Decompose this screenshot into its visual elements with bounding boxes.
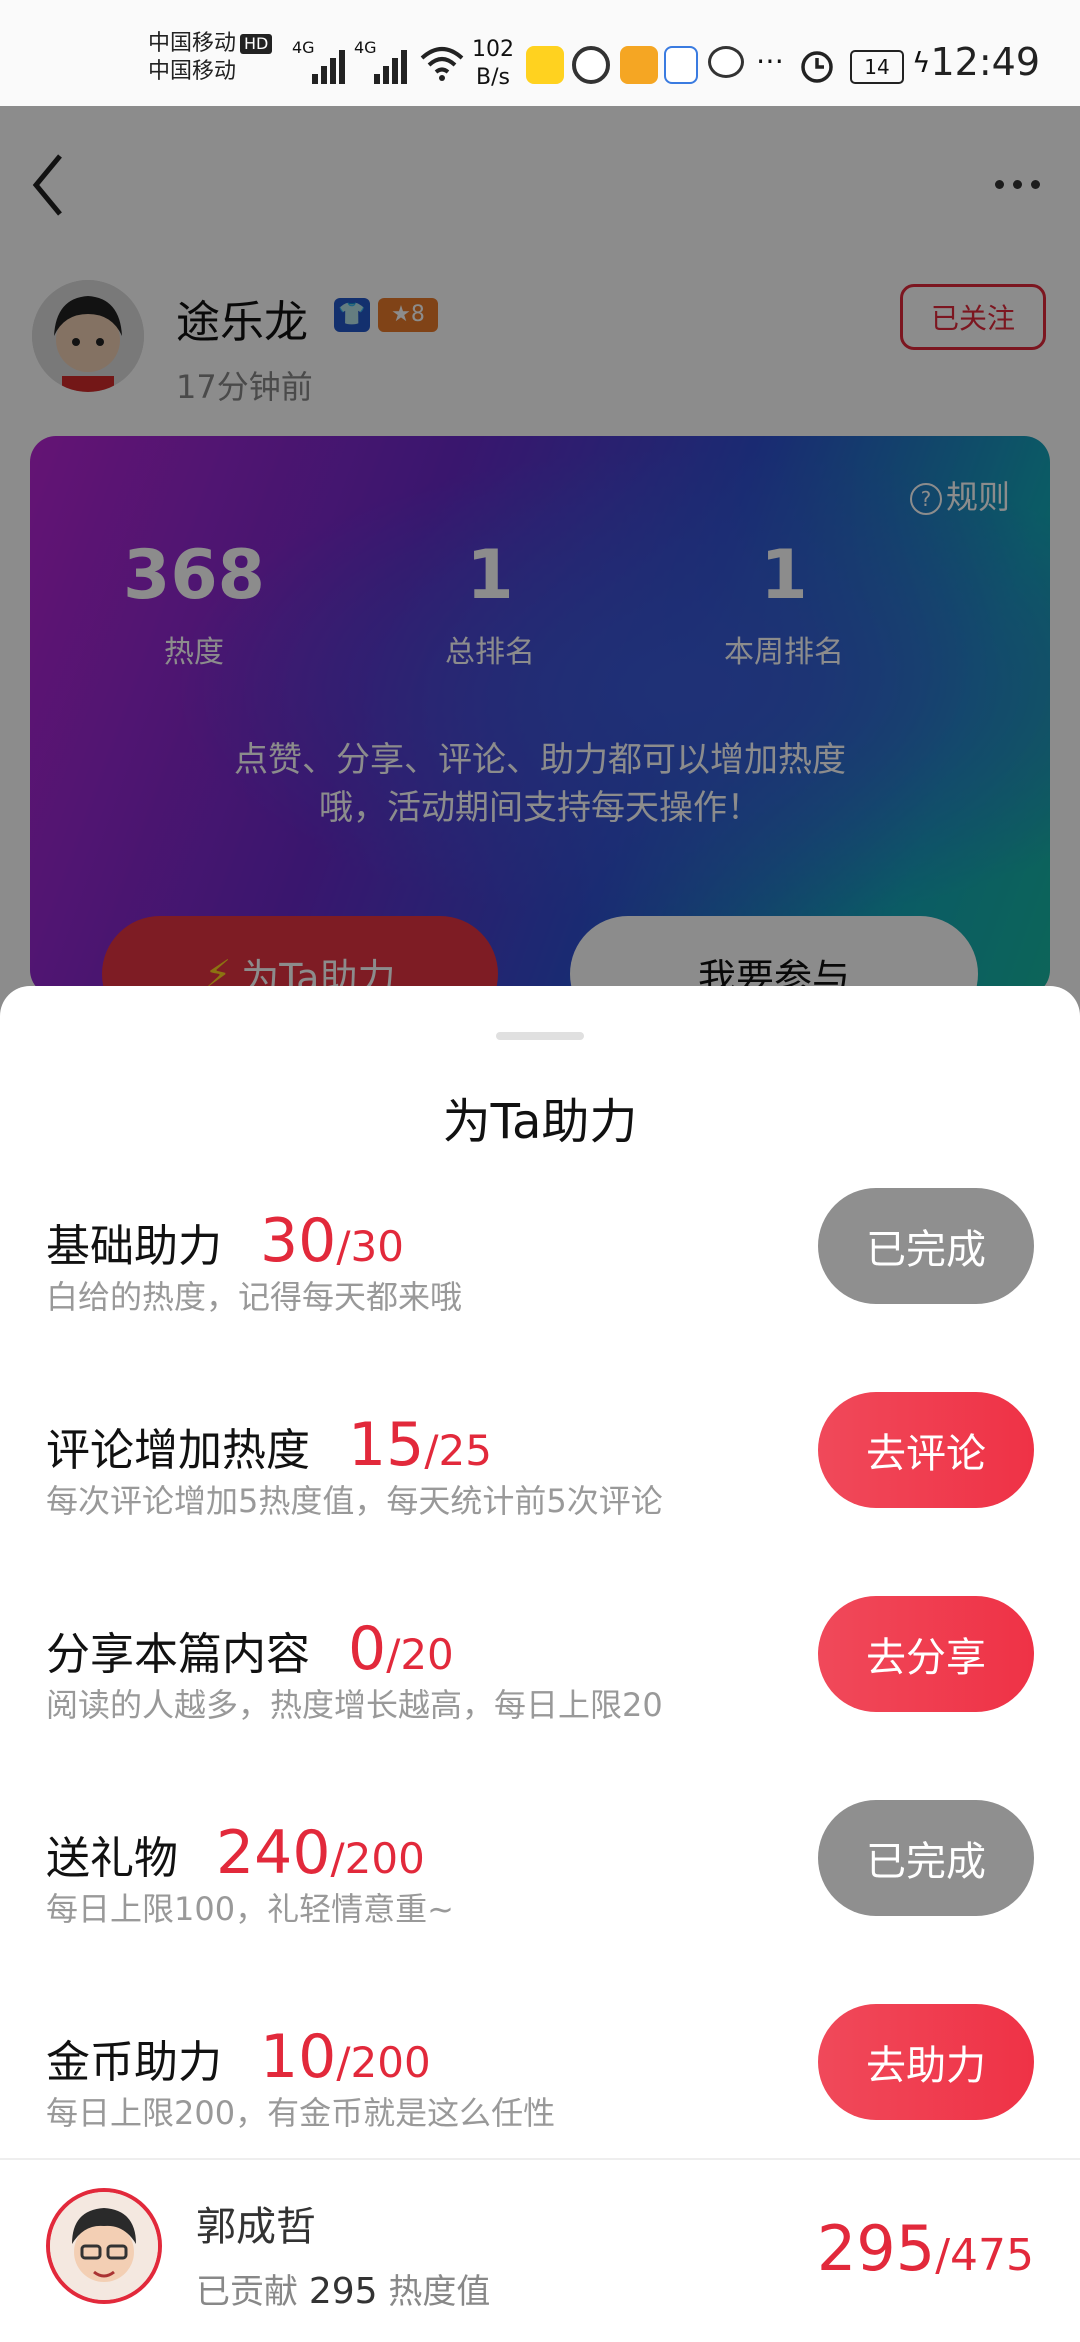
task-item-gift: 送礼物 240/200 每日上限100，礼轻情意重~ 已完成: [0, 1790, 1080, 1990]
wifi-icon: [420, 47, 464, 81]
contribution-text: 已贡献 295 热度值: [196, 2271, 491, 2312]
user-avatar[interactable]: [46, 2188, 162, 2304]
sheet-handle[interactable]: [496, 1032, 584, 1040]
share-button[interactable]: 去分享: [818, 1596, 1034, 1712]
sheet-title: 为Ta助力: [442, 1094, 638, 1150]
status-bar: 中国移动 HD 中国移动 4G 4G 102 B/s ⋯ 14 ϟ 12:49: [0, 0, 1080, 106]
comment-button[interactable]: 去评论: [818, 1392, 1034, 1508]
task-name: 送礼物: [46, 1833, 178, 1884]
carrier-1: 中国移动: [148, 31, 237, 56]
alarm-icon: [801, 51, 833, 83]
user-name: 郭成哲: [196, 2204, 316, 2250]
task-description: 每次评论增加5热度值，每天统计前5次评论: [46, 1482, 663, 1520]
app-notification-icon: [572, 46, 610, 84]
task-progress: 240/200: [216, 1818, 425, 1888]
task-item-basic: 基础助力 30/30 白给的热度，记得每天都来哦 已完成: [0, 1178, 1080, 1378]
clock: 12:49: [930, 40, 1040, 84]
contribution-footer: 郭成哲 已贡献 295 热度值 295/475: [0, 2158, 1080, 2342]
task-item-comment: 评论增加热度 15/25 每次评论增加5热度值，每天统计前5次评论 去评论: [0, 1382, 1080, 1582]
app-notification-icon: [664, 46, 698, 84]
boost-button[interactable]: 去助力: [818, 2004, 1034, 2120]
task-name: 评论增加热度: [46, 1425, 310, 1476]
task-progress: 30/30: [260, 1206, 404, 1276]
network-type-1: 4G: [292, 38, 315, 57]
task-name: 基础助力: [46, 1221, 222, 1272]
battery-icon: 14: [850, 50, 904, 84]
hd-badge: HD: [240, 34, 273, 54]
carrier-info: 中国移动 HD 中国移动: [148, 30, 273, 86]
chat-icon: [708, 46, 744, 78]
task-name: 分享本篇内容: [46, 1629, 310, 1680]
completed-button[interactable]: 已完成: [818, 1800, 1034, 1916]
task-item-share: 分享本篇内容 0/20 阅读的人越多，热度增长越高，每日上限20 去分享: [0, 1586, 1080, 1786]
task-progress: 0/20: [348, 1614, 454, 1684]
task-description: 阅读的人越多，热度增长越高，每日上限20: [46, 1686, 663, 1724]
mail-icon: [620, 46, 658, 84]
task-description: 白给的热度，记得每天都来哦: [46, 1278, 463, 1316]
carrier-2: 中国移动: [148, 59, 237, 84]
task-description: 每日上限100，礼轻情意重~: [46, 1890, 454, 1928]
network-speed: 102 B/s: [472, 37, 514, 90]
task-description: 每日上限200，有金币就是这么任性: [46, 2094, 556, 2132]
more-notifications-icon: ⋯: [756, 44, 784, 77]
task-progress: 10/200: [260, 2022, 431, 2092]
charging-icon: ϟ: [912, 46, 931, 79]
task-name: 金币助力: [46, 2037, 222, 2088]
help-bottom-sheet: 为Ta助力 基础助力 30/30 白给的热度，记得每天都来哦 已完成 评论增加热度…: [0, 986, 1080, 2342]
total-progress: 295/475: [816, 2212, 1034, 2285]
completed-button[interactable]: 已完成: [818, 1188, 1034, 1304]
app-notification-icon: [526, 46, 564, 84]
network-type-2: 4G: [354, 38, 377, 57]
task-progress: 15/25: [348, 1410, 492, 1480]
